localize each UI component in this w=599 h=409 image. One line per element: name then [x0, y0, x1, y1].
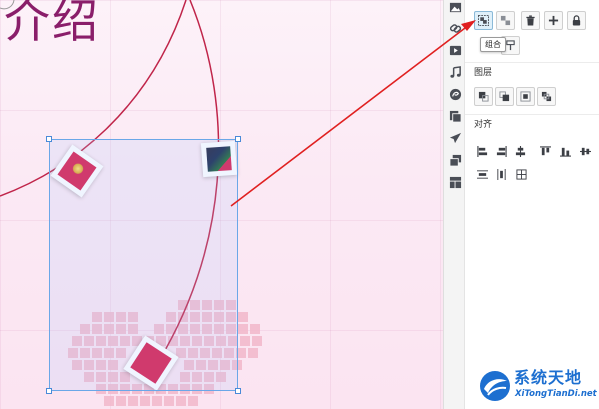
mosaic-tile: [176, 396, 186, 406]
music-icon[interactable]: [448, 65, 462, 79]
trash-icon: [526, 15, 535, 26]
align-left-icon[interactable]: [476, 145, 488, 157]
send-to-back-button[interactable]: [537, 87, 556, 106]
image-icon[interactable]: [448, 0, 462, 14]
format-icon: [506, 40, 515, 51]
design-canvas[interactable]: 介绍: [0, 0, 443, 409]
mosaic-tile: [188, 396, 198, 406]
mosaic-tile: [238, 324, 248, 334]
lock-icon: [572, 15, 581, 26]
align-center-v-icon[interactable]: [579, 145, 591, 157]
mosaic-tile: [252, 336, 262, 346]
bring-to-front-button[interactable]: [474, 87, 493, 106]
send-back-icon: [541, 91, 552, 102]
resize-handle-top-right[interactable]: [235, 136, 241, 142]
align-right-icon[interactable]: [495, 145, 507, 157]
distribute-vertical-icon[interactable]: [495, 168, 507, 180]
mosaic-tile: [240, 336, 250, 346]
properties-panel: 图层 对齐: [465, 0, 599, 409]
group-button[interactable]: [474, 11, 493, 30]
editor-app: 介绍 图层 对齐 组合 系统天地 XiTongTianDi.net: [0, 0, 599, 409]
pages-icon[interactable]: [448, 109, 462, 123]
send-backward-button[interactable]: [516, 87, 535, 106]
group-icon: [478, 15, 489, 26]
watermark-logo-icon: [480, 371, 510, 401]
circle-fragment: [0, 0, 15, 10]
stack-icon[interactable]: [448, 153, 462, 167]
bring-forward-icon: [499, 91, 510, 102]
mosaic-tile: [248, 348, 258, 358]
mosaic-tile: [128, 396, 138, 406]
watermark-title: 系统天地: [514, 368, 583, 387]
mosaic-tile: [116, 396, 126, 406]
plane-icon[interactable]: [448, 131, 462, 145]
mosaic-tile: [250, 324, 260, 334]
resize-handle-bottom-left[interactable]: [46, 388, 52, 394]
lock-button[interactable]: [567, 11, 586, 30]
bring-front-icon: [478, 91, 489, 102]
grid-align-icon[interactable]: [515, 168, 527, 180]
video-icon[interactable]: [448, 43, 462, 57]
watermark-url: XiTongTianDi.net: [515, 389, 597, 399]
distribute-horizontal-icon[interactable]: [476, 168, 488, 180]
link-icon[interactable]: [448, 21, 462, 35]
swirl-icon[interactable]: [448, 87, 462, 101]
site-watermark: 系统天地 XiTongTianDi.net: [478, 367, 597, 405]
plus-icon: [548, 15, 559, 26]
section-divider: [465, 62, 599, 63]
section-divider: [465, 114, 599, 115]
align-top-icon[interactable]: [539, 145, 551, 157]
mosaic-tile: [238, 312, 248, 322]
mosaic-tile: [152, 396, 162, 406]
ungroup-icon: [500, 15, 511, 26]
mosaic-tile: [164, 396, 174, 406]
bring-forward-button[interactable]: [495, 87, 514, 106]
mosaic-tile: [140, 396, 150, 406]
ungroup-button[interactable]: [496, 11, 515, 30]
align-bottom-icon[interactable]: [559, 145, 571, 157]
group-tooltip: 组合: [480, 37, 506, 52]
resize-handle-bottom-right[interactable]: [235, 388, 241, 394]
selection-box[interactable]: [46, 136, 241, 394]
align-center-h-icon[interactable]: [514, 145, 526, 157]
mosaic-tile: [104, 396, 114, 406]
layers-section-label: 图层: [474, 68, 493, 78]
add-button[interactable]: [544, 11, 563, 30]
side-icon-rail: [443, 0, 465, 409]
delete-button[interactable]: [521, 11, 540, 30]
send-backward-icon: [520, 91, 531, 102]
resize-handle-top-left[interactable]: [46, 136, 52, 142]
align-section-label: 对齐: [474, 120, 493, 130]
layout-icon[interactable]: [448, 175, 462, 189]
